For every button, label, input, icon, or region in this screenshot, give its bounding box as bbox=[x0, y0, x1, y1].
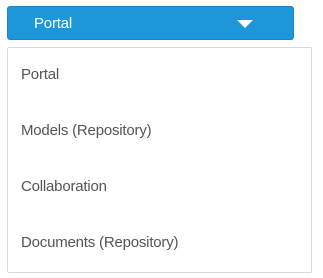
dropdown-menu: Portal Models (Repository) Collaboration… bbox=[7, 47, 312, 273]
menu-item-portal[interactable]: Portal bbox=[8, 48, 311, 102]
menu-item-label: Documents (Repository) bbox=[21, 234, 179, 251]
menu-item-collaboration[interactable]: Collaboration bbox=[8, 160, 311, 214]
caret-down-icon bbox=[237, 20, 253, 28]
dropdown-selected-label: Portal bbox=[34, 15, 72, 32]
menu-item-label: Portal bbox=[21, 66, 59, 83]
menu-item-models-repository[interactable]: Models (Repository) bbox=[8, 104, 311, 158]
menu-item-label: Models (Repository) bbox=[21, 122, 152, 139]
menu-item-label: Collaboration bbox=[21, 178, 107, 195]
portal-dropdown-button[interactable]: Portal bbox=[7, 6, 294, 40]
menu-item-documents-repository[interactable]: Documents (Repository) bbox=[8, 216, 311, 270]
